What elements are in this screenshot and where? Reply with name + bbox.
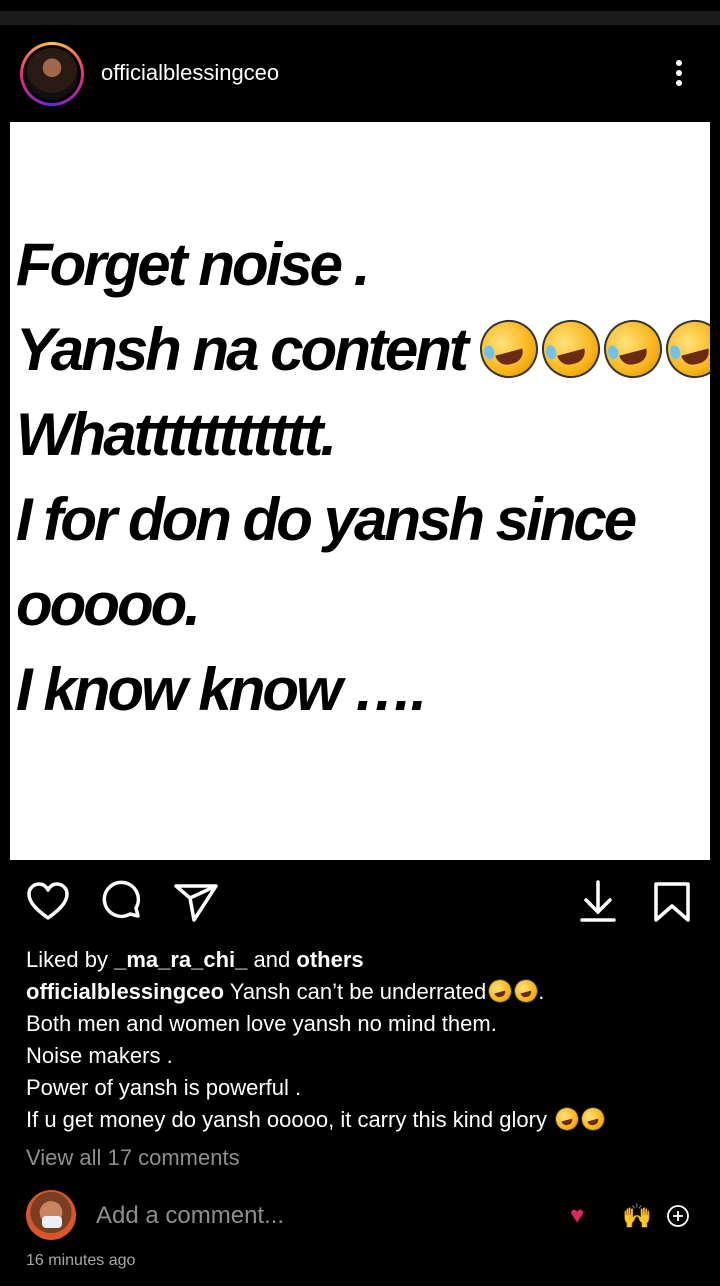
send-icon[interactable] — [172, 878, 220, 926]
caption-line-4: Power of yansh is powerful . — [26, 1075, 302, 1100]
post-username[interactable]: officialblessingceo — [101, 60, 279, 86]
comment-bubble-icon[interactable] — [98, 878, 146, 926]
post-image[interactable]: Forget noise . Yansh na content .. Whatt… — [10, 122, 710, 860]
rolling-laughing-emoji-icon — [552, 1104, 582, 1134]
image-line-6: I know know …. — [16, 656, 427, 723]
avatar-gap — [23, 45, 81, 103]
view-all-comments-link[interactable]: View all 17 comments — [26, 1142, 706, 1174]
likes-prefix: Liked by — [26, 947, 108, 972]
heart-icon[interactable] — [24, 878, 72, 926]
add-comment-row: Add a comment... ♥ 🙌 — [0, 1188, 720, 1244]
caption-line-2: Both men and women love yansh no mind th… — [26, 1011, 497, 1036]
image-line-4: I for don do yansh since — [16, 486, 637, 553]
liked-by-user[interactable]: _ma_ra_chi_ — [114, 947, 247, 972]
image-line-5: ooooo. — [16, 571, 201, 638]
download-icon[interactable] — [574, 878, 622, 926]
rolling-laughing-emoji-icon — [511, 976, 541, 1006]
image-line-3: Whattttttttttt. — [16, 401, 337, 468]
profile-avatar[interactable] — [20, 42, 84, 106]
bookmark-icon[interactable] — [648, 878, 696, 926]
post-actions — [0, 878, 720, 928]
add-circle-icon[interactable] — [666, 1204, 690, 1228]
caption-username[interactable]: officialblessingceo — [26, 979, 224, 1004]
more-vertical-icon[interactable] — [666, 56, 692, 94]
rolling-laughing-emoji-icon — [472, 313, 545, 385]
caption-text-5: If u get money do yansh ooooo, it carry … — [26, 1107, 547, 1132]
image-line-2-text: Yansh na content — [16, 316, 469, 383]
caption-line-1-suffix: . — [538, 979, 545, 1004]
avatar-image — [26, 48, 78, 100]
likes-summary[interactable]: Liked by _ma_ra_chi_ and others — [26, 944, 706, 976]
rolling-laughing-emoji-icon — [534, 313, 607, 385]
caption-line-3: Noise makers . — [26, 1043, 173, 1068]
caption-area: Liked by _ma_ra_chi_ and others official… — [26, 944, 706, 1174]
caption-text-1: Yansh can’t be underrated — [229, 979, 487, 1004]
red-heart-emoji-icon[interactable]: ♥ — [570, 1202, 584, 1230]
likes-and: and — [253, 947, 291, 972]
face-mask — [42, 1216, 62, 1228]
post-timestamp: 16 minutes ago — [26, 1252, 136, 1269]
status-bar — [0, 0, 720, 26]
rolling-laughing-emoji-icon — [485, 976, 515, 1006]
comment-input[interactable]: Add a comment... — [96, 1202, 284, 1230]
rolling-laughing-emoji-icon — [596, 313, 669, 385]
post-image-text: Forget noise . Yansh na content .. Whatt… — [16, 222, 710, 732]
image-line-2: Yansh na content .. — [16, 307, 710, 392]
caption-line-5: If u get money do yansh ooooo, it carry … — [26, 1104, 706, 1136]
rolling-laughing-emoji-icon — [658, 313, 710, 385]
status-strip — [0, 11, 720, 25]
my-avatar — [26, 1190, 76, 1240]
raised-hands-emoji-icon[interactable]: 🙌 — [622, 1202, 652, 1231]
post-header: officialblessingceo — [0, 40, 720, 110]
liked-by-others[interactable]: others — [296, 947, 363, 972]
caption-line-1: officialblessingceo Yansh can’t be under… — [26, 976, 706, 1008]
rolling-laughing-emoji-icon — [578, 1104, 608, 1134]
image-line-1: Forget noise . — [16, 231, 370, 298]
